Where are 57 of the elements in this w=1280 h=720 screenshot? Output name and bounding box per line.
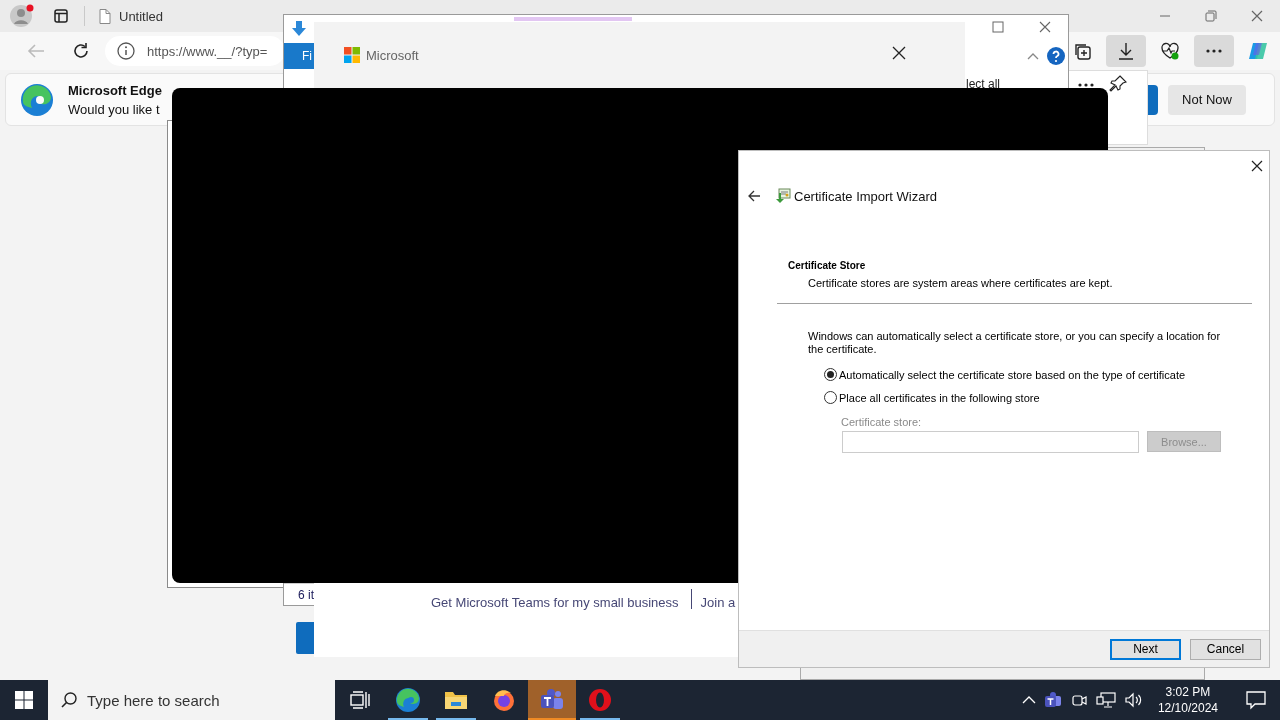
network-icon[interactable]: [1095, 691, 1116, 709]
folder-icon[interactable]: [444, 689, 468, 711]
wizard-title: Certificate Import Wizard: [794, 188, 938, 204]
dialog-button[interactable]: Cancel: [1190, 638, 1261, 660]
clock-date[interactable]: 12/10/2024: [1157, 700, 1218, 716]
tab-actions-icon[interactable]: [54, 9, 68, 23]
radio-option[interactable]: Place all certificates in the following store: [824, 391, 1269, 404]
edge-logo-icon: [20, 82, 54, 117]
back-arrow-icon[interactable]: [747, 190, 761, 202]
more-icon[interactable]: [1077, 82, 1095, 88]
footer-link[interactable]: Get Microsoft Teams for my small business: [431, 595, 679, 610]
radio-icon[interactable]: [824, 391, 837, 404]
clock-time[interactable]: 3:02 PM: [1165, 684, 1211, 700]
collections-icon[interactable]: [1073, 42, 1091, 60]
radio-option[interactable]: Automatically select the certificate store based on the type of certificate: [824, 368, 1269, 381]
teams-icon[interactable]: [539, 688, 565, 712]
info-icon[interactable]: [117, 42, 135, 60]
instruction-text: Windows can automatically select a certificate store, or you can specify a location for the certificate.: [808, 330, 1222, 356]
opera-icon[interactable]: [588, 688, 612, 712]
section-heading: Certificate Store: [788, 260, 867, 271]
notification-message: Would you like t: [68, 101, 161, 117]
heartbeat-icon[interactable]: [1160, 42, 1180, 60]
task-view-icon[interactable]: [350, 691, 370, 709]
profile-icon[interactable]: [9, 3, 35, 29]
file-tab[interactable]: Fi: [284, 43, 315, 69]
select-all-link[interactable]: lect all: [966, 77, 1000, 91]
radio-icon[interactable]: [824, 368, 837, 381]
firefox-icon[interactable]: [492, 688, 516, 712]
not-now-button[interactable]: Not Now: [1168, 84, 1246, 115]
pin-icon[interactable]: [1109, 75, 1127, 93]
restore-icon[interactable]: [1205, 10, 1217, 22]
microsoft-logo-icon: [344, 47, 360, 63]
browser-tab[interactable]: Untitled: [91, 0, 283, 32]
notification-title: Microsoft Edge: [68, 82, 162, 98]
search-icon[interactable]: [61, 692, 77, 708]
address-bar[interactable]: https://www.__/?typ=: [105, 36, 285, 66]
refresh-icon[interactable]: [71, 42, 90, 60]
copilot-icon[interactable]: [1247, 40, 1269, 62]
windows-logo-icon[interactable]: [15, 691, 33, 709]
brand-name: Microsoft: [366, 47, 419, 63]
document-icon: [99, 8, 111, 24]
teams-icon[interactable]: [1043, 691, 1062, 709]
volume-icon[interactable]: [1123, 691, 1144, 709]
certificate-icon: [775, 188, 791, 204]
close-icon[interactable]: [892, 46, 906, 60]
more-icon[interactable]: [1205, 48, 1223, 54]
help-icon[interactable]: [1047, 47, 1065, 65]
maximize-icon[interactable]: [992, 21, 1004, 33]
edge-icon[interactable]: [395, 687, 421, 713]
footer-link[interactable]: Join a: [700, 595, 736, 610]
download-icon[interactable]: [1117, 42, 1135, 60]
download-arrow-icon: [291, 20, 307, 38]
section-description: Certificate stores are system areas where certificates are kept.: [808, 277, 1114, 289]
notifications-icon[interactable]: [1246, 690, 1266, 710]
close-icon[interactable]: [1251, 160, 1263, 172]
store-label: Certificate store:: [841, 416, 923, 428]
dialog-button[interactable]: Next: [1110, 638, 1181, 660]
